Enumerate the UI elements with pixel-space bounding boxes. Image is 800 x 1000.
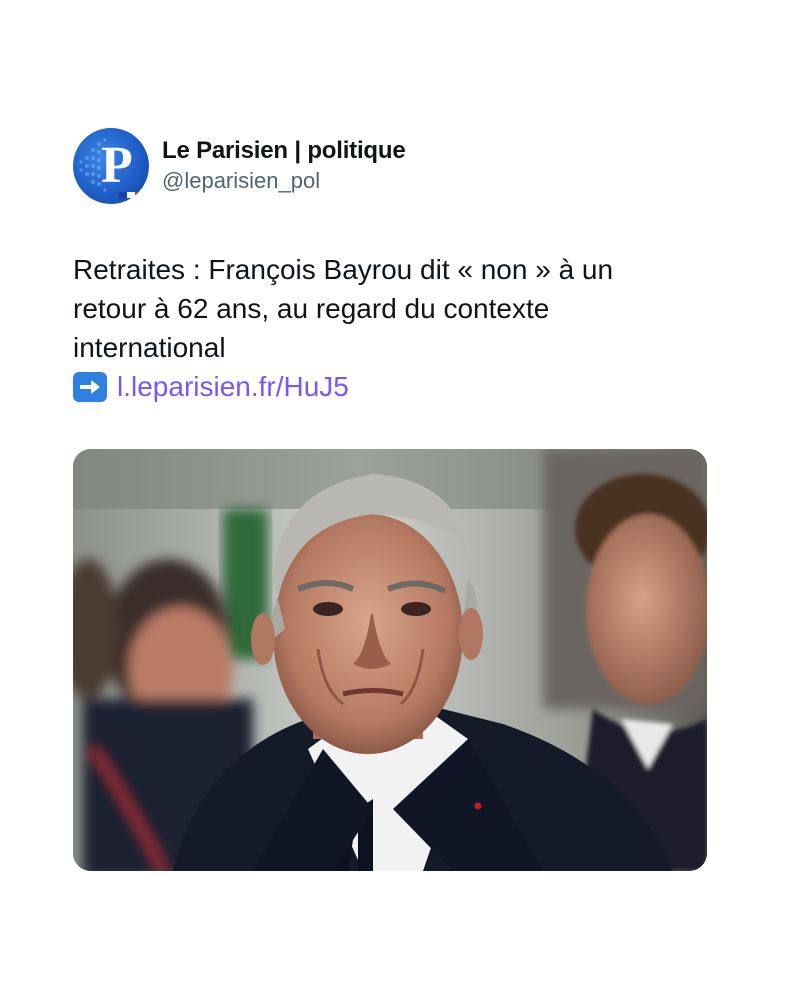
tweet-text-block: Retraites : François Bayrou dit « non » … xyxy=(73,250,673,406)
avatar[interactable]: P xyxy=(73,128,149,204)
tweet-link[interactable]: l.leparisien.fr/HuJ5 xyxy=(117,367,349,406)
display-name[interactable]: Le Parisien | politique xyxy=(162,136,406,166)
tweet-header: P Le Parisien | politique @leparisien_po… xyxy=(73,128,707,204)
account-handle[interactable]: @leparisien_pol xyxy=(162,166,406,196)
news-photo xyxy=(73,449,707,871)
avatar-letter: P xyxy=(101,137,133,194)
tweet-link-line: l.leparisien.fr/HuJ5 xyxy=(73,367,673,406)
account-names: Le Parisien | politique @leparisien_pol xyxy=(162,136,406,196)
tweet-card: P Le Parisien | politique @leparisien_po… xyxy=(73,128,707,871)
tweet-media-photo[interactable] xyxy=(73,449,707,871)
french-flag-icon xyxy=(119,192,143,198)
right-arrow-emoji-icon xyxy=(73,371,107,402)
tweet-text: Retraites : François Bayrou dit « non » … xyxy=(73,254,614,363)
